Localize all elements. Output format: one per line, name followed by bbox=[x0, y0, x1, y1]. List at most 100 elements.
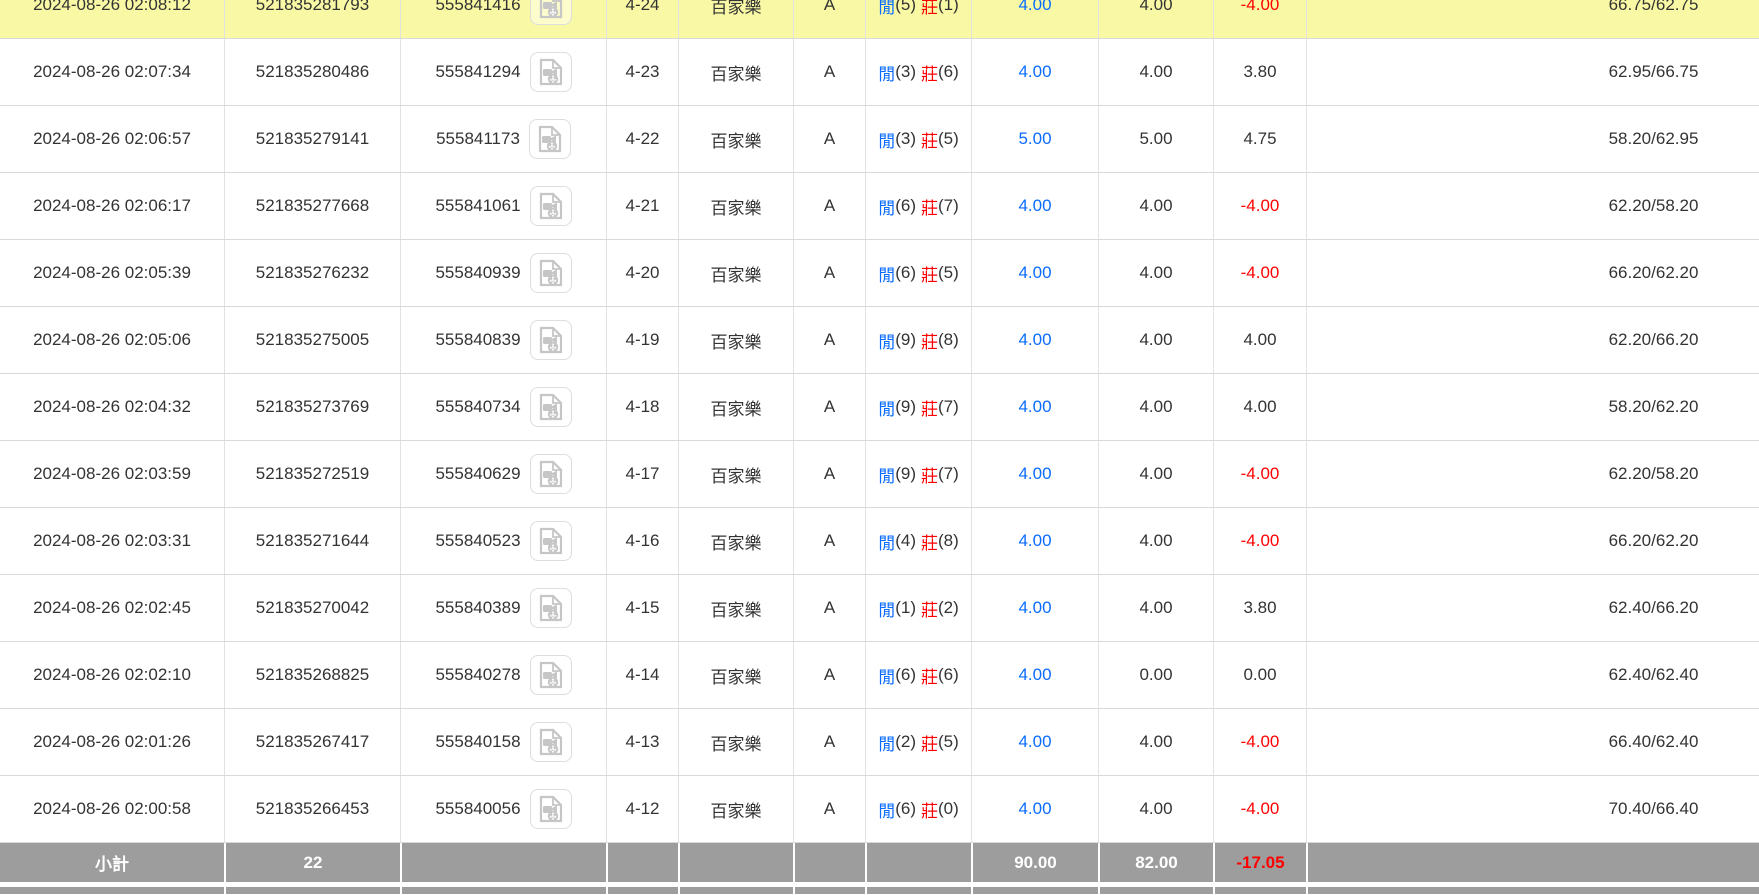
round-id-number: 555840839 bbox=[435, 330, 520, 350]
video-replay-button[interactable] bbox=[530, 253, 572, 293]
cell-round-id: 555840629 bbox=[400, 441, 606, 507]
bet-amount-link[interactable]: 4.00 bbox=[971, 173, 1098, 239]
cell-valid-amount: 4.00 bbox=[1098, 441, 1213, 507]
bet-history-rows: 2024-08-26 02:08:12521835281793555841416… bbox=[0, 0, 1759, 843]
cell-round-id: 555841416 bbox=[400, 0, 606, 38]
cell-winloss: 3.80 bbox=[1213, 39, 1306, 105]
result-banker-label: 莊 bbox=[921, 194, 938, 219]
cell-game: 百家樂 bbox=[678, 709, 793, 775]
cell-table: A bbox=[793, 39, 865, 105]
round-id-number: 555840734 bbox=[435, 397, 520, 417]
result-player-label: 閒 bbox=[878, 797, 895, 822]
cell-winloss: -4.00 bbox=[1213, 0, 1306, 38]
bet-amount-link[interactable]: 4.00 bbox=[971, 776, 1098, 842]
video-replay-button[interactable] bbox=[530, 521, 572, 561]
table-row: 2024-08-26 02:02:45521835270042555840389… bbox=[0, 575, 1759, 642]
result-banker-label: 莊 bbox=[921, 462, 938, 487]
cell-game: 百家樂 bbox=[678, 173, 793, 239]
cell-game: 百家樂 bbox=[678, 642, 793, 708]
bet-amount-link[interactable]: 4.00 bbox=[971, 307, 1098, 373]
video-replay-icon bbox=[538, 795, 564, 823]
subtotal-valid-total: 82.00 bbox=[1098, 843, 1213, 882]
cell-balance: 66.75/62.75 bbox=[1306, 0, 1759, 38]
video-replay-icon bbox=[538, 0, 564, 19]
table-row: 2024-08-26 02:05:39521835276232555840939… bbox=[0, 240, 1759, 307]
cell-time: 2024-08-26 02:01:26 bbox=[0, 709, 224, 775]
result-player-score: (9) bbox=[895, 397, 916, 417]
video-replay-icon bbox=[537, 125, 563, 153]
result-player-label: 閒 bbox=[878, 529, 895, 554]
cell-game: 百家樂 bbox=[678, 508, 793, 574]
bet-amount-link[interactable]: 4.00 bbox=[971, 575, 1098, 641]
cell-round-id: 555840523 bbox=[400, 508, 606, 574]
cell-valid-amount: 4.00 bbox=[1098, 776, 1213, 842]
cell-balance: 62.20/58.20 bbox=[1306, 441, 1759, 507]
table-row: 2024-08-26 02:06:57521835279141555841173… bbox=[0, 106, 1759, 173]
result-player-label: 閒 bbox=[878, 328, 895, 353]
result-banker-label: 莊 bbox=[921, 0, 938, 18]
result-banker-label: 莊 bbox=[921, 328, 938, 353]
round-id-number: 555840278 bbox=[435, 665, 520, 685]
cell-table: A bbox=[793, 240, 865, 306]
cell-time: 2024-08-26 02:06:17 bbox=[0, 173, 224, 239]
video-replay-button[interactable] bbox=[530, 722, 572, 762]
result-banker-label: 莊 bbox=[921, 797, 938, 822]
cell-result: 閒(9)莊(7) bbox=[865, 441, 971, 507]
video-replay-button[interactable] bbox=[529, 119, 571, 159]
cell-table: A bbox=[793, 307, 865, 373]
cell-table: A bbox=[793, 575, 865, 641]
video-replay-button[interactable] bbox=[530, 186, 572, 226]
result-banker-score: (6) bbox=[938, 665, 959, 685]
bet-amount-link[interactable]: 4.00 bbox=[971, 441, 1098, 507]
cell-round-id: 555840056 bbox=[400, 776, 606, 842]
result-player-score: (6) bbox=[895, 665, 916, 685]
bet-history-viewport: 2024-08-26 02:08:12521835281793555841416… bbox=[0, 0, 1759, 895]
cell-table: A bbox=[793, 709, 865, 775]
video-replay-button[interactable] bbox=[530, 387, 572, 427]
video-replay-button[interactable] bbox=[530, 52, 572, 92]
cell-balance: 62.95/66.75 bbox=[1306, 39, 1759, 105]
video-replay-icon bbox=[538, 192, 564, 220]
result-banker-score: (5) bbox=[938, 732, 959, 752]
table-row: 2024-08-26 02:08:12521835281793555841416… bbox=[0, 0, 1759, 39]
cell-bet-id: 521835276232 bbox=[224, 240, 400, 306]
cell-valid-amount: 4.00 bbox=[1098, 374, 1213, 440]
cell-result: 閒(5)莊(1) bbox=[865, 0, 971, 38]
cell-winloss: 0.00 bbox=[1213, 642, 1306, 708]
cell-valid-amount: 5.00 bbox=[1098, 106, 1213, 172]
cell-time: 2024-08-26 02:03:59 bbox=[0, 441, 224, 507]
video-replay-button[interactable] bbox=[530, 0, 572, 25]
result-player-label: 閒 bbox=[878, 462, 895, 487]
video-replay-icon bbox=[538, 728, 564, 756]
cell-round-no: 4-16 bbox=[606, 508, 678, 574]
video-replay-icon bbox=[538, 661, 564, 689]
video-replay-button[interactable] bbox=[530, 789, 572, 829]
cell-bet-id: 521835275005 bbox=[224, 307, 400, 373]
cell-game: 百家樂 bbox=[678, 106, 793, 172]
bet-amount-link[interactable]: 4.00 bbox=[971, 0, 1098, 38]
result-banker-label: 莊 bbox=[921, 529, 938, 554]
bet-amount-link[interactable]: 4.00 bbox=[971, 709, 1098, 775]
cell-result: 閒(6)莊(0) bbox=[865, 776, 971, 842]
video-replay-button[interactable] bbox=[530, 655, 572, 695]
video-replay-button[interactable] bbox=[530, 454, 572, 494]
round-id-number: 555840158 bbox=[435, 732, 520, 752]
bet-amount-link[interactable]: 4.00 bbox=[971, 642, 1098, 708]
cell-result: 閒(4)莊(8) bbox=[865, 508, 971, 574]
table-row: 2024-08-26 02:03:59521835272519555840629… bbox=[0, 441, 1759, 508]
cell-round-no: 4-23 bbox=[606, 39, 678, 105]
result-banker-label: 莊 bbox=[921, 261, 938, 286]
bet-amount-link[interactable]: 4.00 bbox=[971, 39, 1098, 105]
bet-amount-link[interactable]: 4.00 bbox=[971, 240, 1098, 306]
cell-winloss: 3.80 bbox=[1213, 575, 1306, 641]
result-banker-score: (0) bbox=[938, 799, 959, 819]
cell-winloss: 4.75 bbox=[1213, 106, 1306, 172]
result-banker-score: (2) bbox=[938, 598, 959, 618]
bet-amount-link[interactable]: 5.00 bbox=[971, 106, 1098, 172]
video-replay-button[interactable] bbox=[530, 588, 572, 628]
bet-amount-link[interactable]: 4.00 bbox=[971, 374, 1098, 440]
video-replay-icon bbox=[538, 527, 564, 555]
cell-valid-amount: 4.00 bbox=[1098, 240, 1213, 306]
video-replay-button[interactable] bbox=[530, 320, 572, 360]
bet-amount-link[interactable]: 4.00 bbox=[971, 508, 1098, 574]
